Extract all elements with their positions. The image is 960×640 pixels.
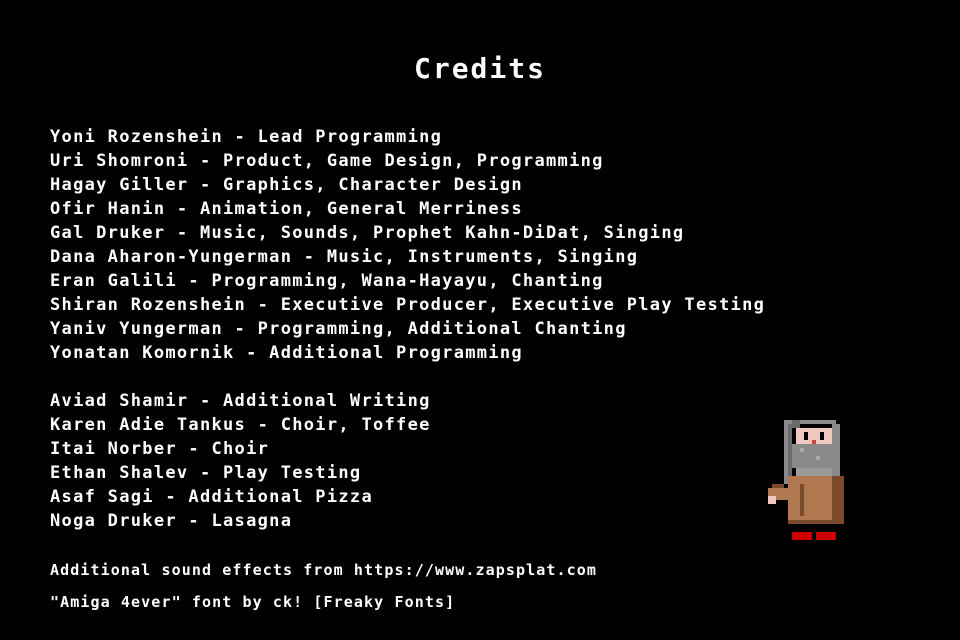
credit-line: Gal Druker - Music, Sounds, Prophet Kahn… bbox=[50, 223, 685, 243]
credit-line: Yoni Rozenshein - Lead Programming bbox=[50, 127, 443, 147]
credit-line: Yonatan Komornik - Additional Programmin… bbox=[50, 343, 523, 363]
credit-line: Karen Adie Tankus - Choir, Toffee bbox=[50, 415, 431, 435]
credits-title: Credits bbox=[413, 52, 546, 85]
main-credits-list: Yoni Rozenshein - Lead Programming Uri S… bbox=[50, 125, 765, 365]
credit-line: Itai Norber - Choir bbox=[50, 439, 270, 459]
additional-credits-list: Aviad Shamir - Additional Writing Karen … bbox=[50, 389, 431, 533]
credit-line: Aviad Shamir - Additional Writing bbox=[50, 391, 431, 411]
credits-screen: Credits Yoni Rozenshein - Lead Programmi… bbox=[0, 0, 960, 640]
font-credit: "Amiga 4ever" font by ck! [Freaky Fonts] bbox=[50, 593, 456, 611]
credit-line: Uri Shomroni - Product, Game Design, Pro… bbox=[50, 151, 604, 171]
credit-line: Eran Galili - Programming, Wana-Hayayu, … bbox=[50, 271, 604, 291]
credit-line: Hagay Giller - Graphics, Character Desig… bbox=[50, 175, 523, 195]
credit-line: Asaf Sagi - Additional Pizza bbox=[50, 487, 373, 507]
credit-line: Shiran Rozenshein - Executive Producer, … bbox=[50, 295, 766, 315]
credit-line: Ethan Shalev - Play Testing bbox=[50, 463, 362, 483]
prophet-character-icon bbox=[768, 420, 844, 540]
credit-line: Noga Druker - Lasagna bbox=[50, 511, 293, 531]
credit-line: Yaniv Yungerman - Programming, Additiona… bbox=[50, 319, 627, 339]
credit-line: Ofir Hanin - Animation, General Merrines… bbox=[50, 199, 523, 219]
credit-line: Dana Aharon-Yungerman - Music, Instrumen… bbox=[50, 247, 639, 267]
sound-effects-credit: Additional sound effects from https://ww… bbox=[50, 561, 598, 579]
